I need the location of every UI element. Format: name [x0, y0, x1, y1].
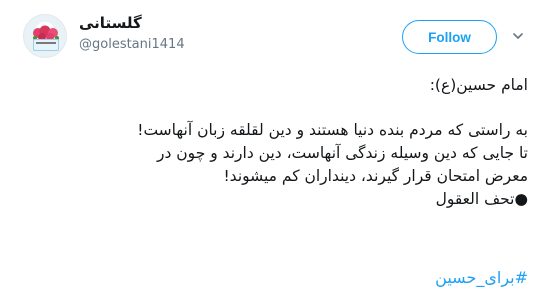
hashtag-link[interactable]: #برای_حسین: [435, 268, 528, 287]
tweet-line: امام حسین(ع):: [429, 76, 528, 94]
tweet-line: تا جایی که دین وسیله زندگی آنهاست، دین د…: [156, 144, 528, 162]
gift-box: [33, 39, 59, 51]
tweet-line: معرض امتحان قرار گیرند، دینداران کم میشو…: [223, 167, 528, 185]
tweet-line: ●تحف العقول: [435, 190, 528, 208]
author-name[interactable]: گلستانی: [79, 14, 142, 32]
chevron-down-icon[interactable]: [511, 29, 525, 43]
box-label: [36, 42, 56, 44]
follow-button[interactable]: Follow: [402, 20, 497, 54]
author-handle[interactable]: @golestani1414: [79, 37, 185, 52]
tweet-text: امام حسین(ع): به راستی که مردم بنده دنیا…: [14, 74, 528, 211]
avatar[interactable]: [23, 14, 67, 58]
tweet-line: به راستی که مردم بنده دنیا هستند و دین ل…: [137, 121, 528, 139]
tweet-header: گلستانی @golestani1414 Follow: [0, 0, 549, 70]
